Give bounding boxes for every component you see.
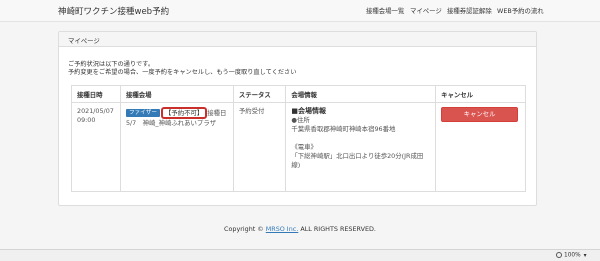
- header-cancel: キャンセル: [435, 85, 526, 103]
- panel-heading: マイページ: [59, 32, 536, 47]
- zoom-icon: [556, 252, 562, 258]
- train-label: 《電車》: [291, 143, 317, 151]
- nav-link-unlink-ticket[interactable]: 接種券認証解除: [447, 6, 492, 15]
- unavailable-label: 【予約不可】: [160, 107, 208, 119]
- copyright-prefix: Copyright ©: [224, 225, 264, 233]
- cell-datetime: 2021/05/07 09:00: [71, 102, 121, 192]
- zoom-control[interactable]: 100% ▾: [556, 252, 587, 259]
- site-title[interactable]: 神崎町ワクチン接種web予約: [58, 5, 169, 17]
- address-label: ●住所: [291, 116, 310, 124]
- cell-venue: ファイザー 【予約不可】 接種日 5/7 神崎_神崎ふれあいプラザ: [119, 102, 234, 192]
- chevron-down-icon: ▾: [583, 252, 587, 259]
- vaccine-badge: ファイザー: [125, 109, 160, 117]
- address-text: 千葉県香取郡神崎町神崎本宿96番地: [291, 125, 396, 133]
- zoom-level: 100%: [564, 252, 581, 259]
- reservation-time: 09:00: [77, 116, 96, 124]
- header-venue-info: 会場情報: [285, 85, 437, 103]
- nav-link-venues[interactable]: 接種会場一覧: [366, 6, 404, 15]
- reservation-date: 2021/05/07: [77, 107, 114, 115]
- cell-status: 予約受付: [232, 102, 287, 192]
- train-directions: 「下総神崎駅」北口出口より徒歩20分(JR成田: [291, 152, 424, 160]
- copyright-suffix: ALL RIGHTS RESERVED.: [300, 225, 376, 233]
- venue-info-title: ■会場情報: [291, 107, 327, 115]
- header-date: 接種日時: [71, 85, 121, 103]
- reservation-table: 接種日時 接種会場 ステータス 会場情報 キャンセル 2021/05/07 09…: [71, 85, 526, 192]
- header-status: ステータス: [232, 85, 287, 103]
- cell-cancel: キャンセル: [435, 102, 526, 192]
- nav-link-booking-flow[interactable]: WEB予約の流れ: [497, 6, 544, 15]
- cell-venue-info: ■会場情報 ●住所 千葉県香取郡神崎町神崎本宿96番地 《電車》 「下総神崎駅」…: [285, 102, 437, 192]
- train-directions-cont: 線): [291, 161, 301, 169]
- intro-text-change: 予約変更をご希望の場合、一度予約をキャンセルし、もう一度取り直してください: [68, 69, 297, 76]
- footer: Copyright © MRSO Inc. ALL RIGHTS RESERVE…: [0, 225, 600, 233]
- company-link[interactable]: MRSO Inc.: [266, 225, 299, 233]
- browser-status-bar: 100% ▾: [0, 249, 600, 261]
- nav-link-mypage[interactable]: マイページ: [410, 6, 442, 15]
- table-row: 2021/05/07 09:00 ファイザー 【予約不可】 接種日 5/7 神崎_神…: [71, 102, 526, 192]
- venue-suffix: 接種日: [207, 109, 227, 117]
- mypage-panel: マイページ ご予約状況は以下の通りです。 予約変更をご希望の場合、一度予約をキャ…: [58, 31, 537, 206]
- header-venue: 接種会場: [119, 85, 234, 103]
- panel-title: マイページ: [68, 37, 100, 45]
- venue-line-1: ファイザー 【予約不可】 接種日: [125, 107, 228, 119]
- status-text: 予約受付: [238, 107, 265, 115]
- venue-name: 5/7 神崎_神崎ふれあいプラザ: [125, 119, 217, 127]
- top-navbar: 神崎町ワクチン接種web予約 接種会場一覧 マイページ 接種券認証解除 WEB予…: [0, 0, 600, 22]
- cancel-button[interactable]: キャンセル: [441, 107, 519, 122]
- table-header-row: 接種日時 接種会場 ステータス 会場情報 キャンセル: [71, 85, 526, 103]
